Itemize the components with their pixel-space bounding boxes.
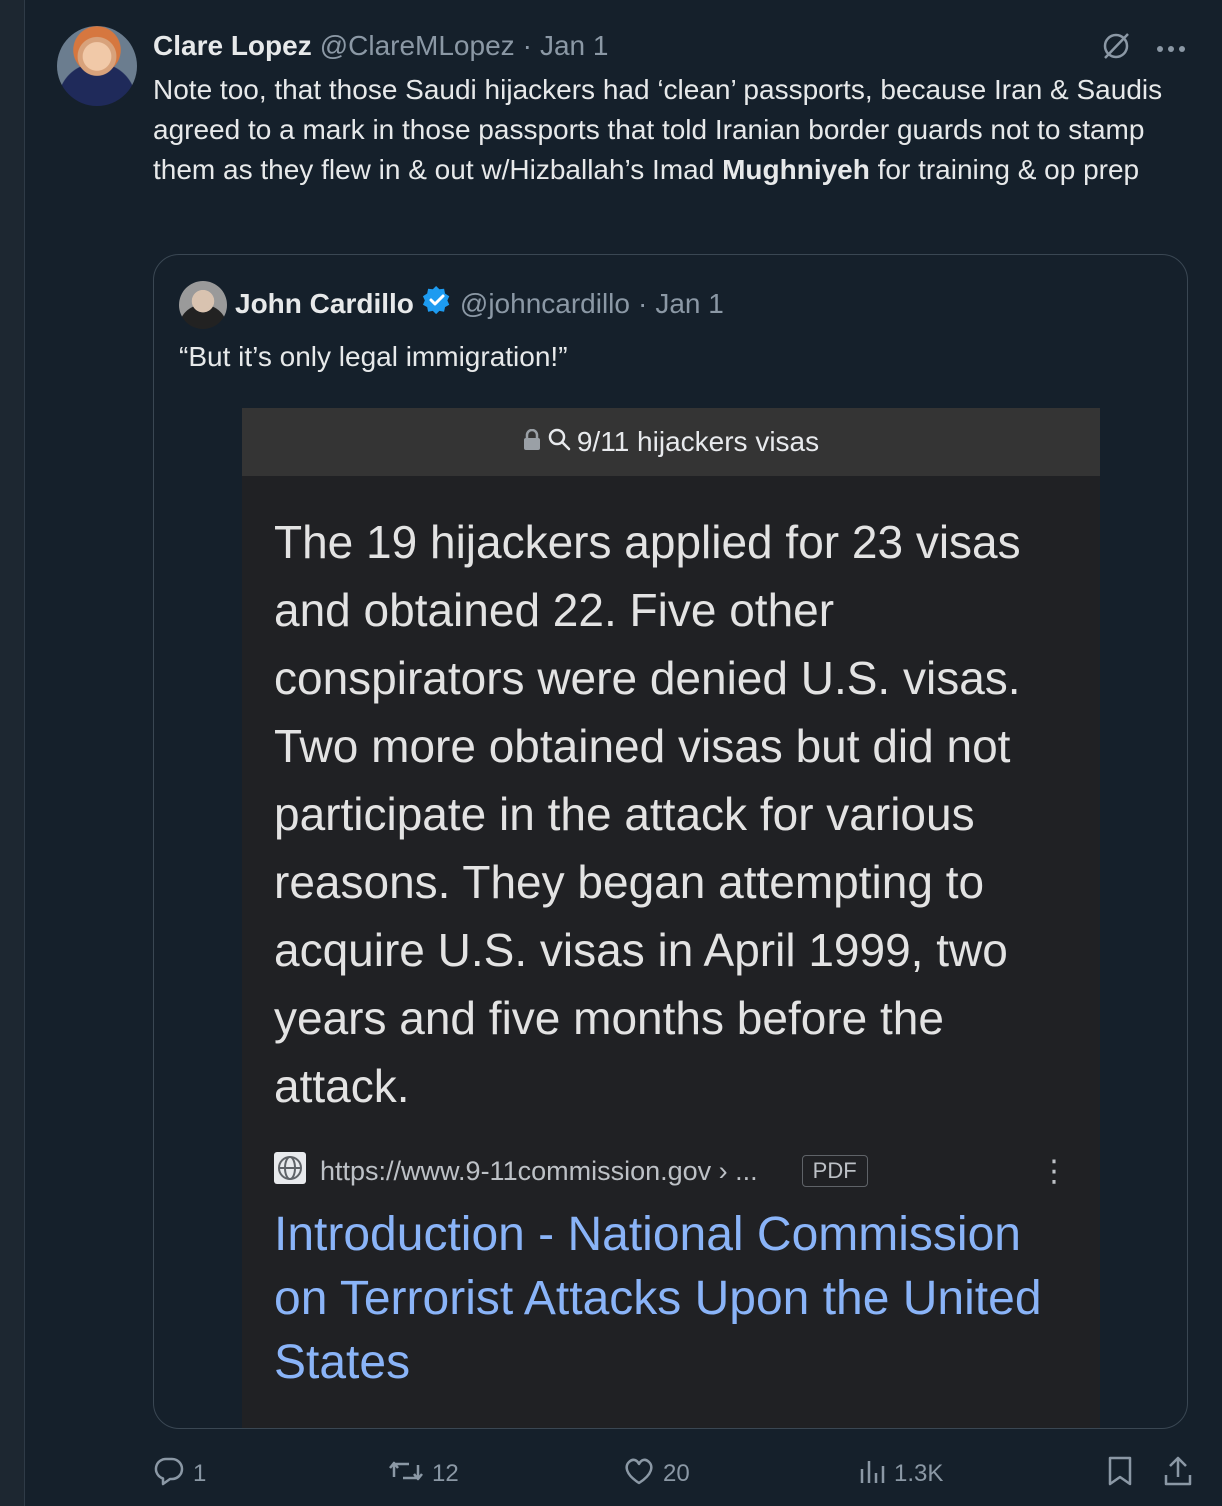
globe-icon bbox=[274, 1151, 306, 1191]
post-text-part-2: for training & op prep bbox=[869, 154, 1140, 185]
end-actions bbox=[1107, 1455, 1193, 1494]
post-timestamp[interactable]: Jan 1 bbox=[540, 30, 609, 62]
quoted-timestamp[interactable]: Jan 1 bbox=[655, 288, 724, 320]
view-count: 1.3K bbox=[894, 1460, 944, 1487]
author-handle[interactable]: @ClareMLopez bbox=[320, 30, 515, 62]
heart-icon bbox=[623, 1457, 655, 1492]
views-button[interactable]: 1.3K bbox=[858, 1457, 1093, 1492]
quoted-separator-dot: · bbox=[637, 287, 648, 319]
post-text-bold: Mughniyeh bbox=[722, 154, 870, 185]
quoted-post[interactable]: John Cardillo @johncardillo · Jan 1 “But… bbox=[153, 254, 1188, 1429]
verified-badge-icon bbox=[422, 285, 452, 322]
post-top-icons bbox=[1100, 30, 1186, 67]
kebab-menu-icon: ⋮ bbox=[1039, 1154, 1069, 1188]
share-icon[interactable] bbox=[1163, 1455, 1193, 1494]
repost-count: 12 bbox=[432, 1460, 459, 1487]
quoted-author-handle[interactable]: @johncardillo bbox=[460, 288, 630, 320]
bookmark-icon[interactable] bbox=[1107, 1455, 1133, 1494]
ellipsis-icon[interactable] bbox=[1156, 40, 1186, 58]
result-title: Introduction - National Commission on Te… bbox=[274, 1208, 1042, 1389]
analytics-icon bbox=[858, 1457, 886, 1492]
quoted-author-name[interactable]: John Cardillo bbox=[235, 288, 414, 320]
reply-button[interactable]: 1 bbox=[153, 1456, 388, 1493]
separator-dot: · bbox=[522, 30, 532, 61]
author-avatar[interactable] bbox=[57, 26, 137, 106]
search-icon bbox=[547, 426, 571, 458]
repost-icon bbox=[388, 1457, 424, 1492]
search-snippet: The 19 hijackers applied for 23 visas an… bbox=[274, 516, 1021, 1112]
search-query: 9/11 hijackers visas bbox=[576, 426, 820, 457]
repost-button[interactable]: 12 bbox=[388, 1457, 623, 1492]
result-source: https://www.9-11commission.gov › ... PDF… bbox=[274, 1151, 1069, 1191]
author-name[interactable]: Clare Lopez bbox=[153, 30, 312, 62]
pdf-tag: PDF bbox=[801, 1155, 868, 1187]
like-button[interactable]: 20 bbox=[623, 1457, 858, 1492]
result-url: https://www.9-11commission.gov › ... bbox=[320, 1155, 758, 1186]
lock-icon bbox=[523, 426, 541, 458]
post-header: Clare Lopez @ClareMLopez · Jan 1 bbox=[153, 28, 608, 64]
search-bar: 9/11 hijackers visas bbox=[242, 408, 1100, 476]
post-actions: 1 12 20 1.3K bbox=[153, 1452, 1193, 1496]
quoted-post-text: “But it’s only legal immigration!” bbox=[179, 341, 568, 372]
quoted-post-header: John Cardillo @johncardillo · Jan 1 bbox=[235, 285, 724, 322]
attached-image[interactable]: 9/11 hijackers visas The 19 hijackers ap… bbox=[242, 408, 1100, 1428]
quoted-author-avatar[interactable] bbox=[179, 281, 227, 329]
like-count: 20 bbox=[663, 1460, 690, 1487]
reply-count: 1 bbox=[193, 1460, 207, 1487]
post-text: Note too, that those Saudi hijackers had… bbox=[153, 70, 1183, 190]
reply-icon bbox=[153, 1456, 185, 1493]
grok-icon[interactable] bbox=[1100, 30, 1132, 67]
